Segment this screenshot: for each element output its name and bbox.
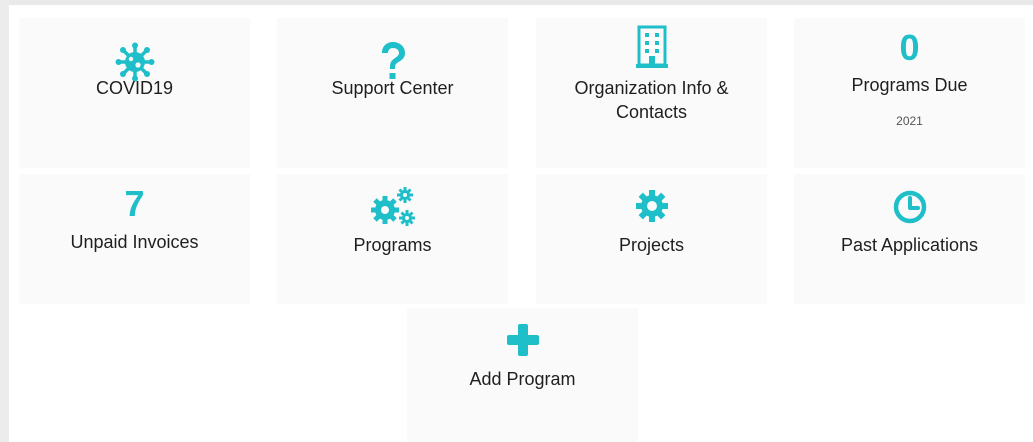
- programs-due-count: 0: [899, 27, 920, 68]
- tile-programs-due[interactable]: 0 Programs Due 2021: [794, 18, 1025, 168]
- tile-label-line1: Organization Info &: [574, 78, 729, 98]
- tile-label: Programs: [353, 235, 432, 255]
- tile-label: Past Applications: [840, 235, 979, 255]
- tile-add-program[interactable]: Add Program: [407, 308, 638, 442]
- tile-unpaid-invoices[interactable]: 7 Unpaid Invoices: [19, 174, 250, 304]
- tile-past-applications[interactable]: Past Applications: [794, 174, 1025, 304]
- window-top-border: [0, 0, 1033, 5]
- tile-label: Unpaid Invoices: [70, 232, 199, 252]
- tile-label: Programs Due: [851, 75, 968, 95]
- building-icon: [635, 25, 668, 68]
- gears-icon: [370, 187, 415, 226]
- tile-label: Support Center: [331, 78, 454, 98]
- tile-label: Add Program: [469, 369, 576, 389]
- tile-label: COVID19: [95, 78, 174, 98]
- tile-projects[interactable]: Projects: [536, 174, 767, 304]
- tile-support-center[interactable]: Support Center: [277, 18, 508, 168]
- window-left-border: [0, 0, 9, 442]
- tile-programs[interactable]: Programs: [277, 174, 508, 304]
- tile-label-line2: Contacts: [615, 102, 688, 122]
- plus-icon: [506, 324, 539, 356]
- tile-covid19[interactable]: COVID19: [19, 18, 250, 168]
- clock-icon: [893, 190, 926, 224]
- tile-organization-info[interactable]: Organization Info & Contacts: [536, 18, 767, 168]
- programs-due-year: 2021: [896, 114, 923, 128]
- gear-icon: [635, 190, 668, 222]
- unpaid-invoices-count: 7: [124, 183, 145, 224]
- tile-label: Projects: [618, 235, 685, 255]
